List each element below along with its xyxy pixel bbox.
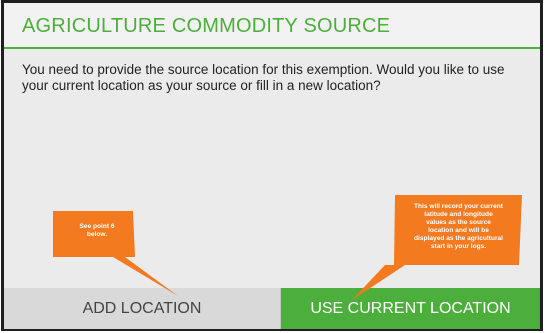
dialog-message: You need to provide the source location … (22, 62, 505, 93)
add-location-button[interactable]: ADD LOCATION (4, 288, 281, 329)
add-location-callout-text: See point 6 below. (79, 223, 115, 238)
dialog-header: AGRICULTURE COMMODITY SOURCE (4, 3, 540, 49)
dialog-frame: AGRICULTURE COMMODITY SOURCE You need to… (1, 0, 543, 331)
use-location-callout-text: This will record your current latitude a… (413, 203, 504, 250)
dialog-title: AGRICULTURE COMMODITY SOURCE (22, 15, 391, 37)
use-current-location-button[interactable]: USE CURRENT LOCATION (281, 288, 540, 329)
agriculture-source-dialog: AGRICULTURE COMMODITY SOURCE You need to… (4, 3, 540, 329)
